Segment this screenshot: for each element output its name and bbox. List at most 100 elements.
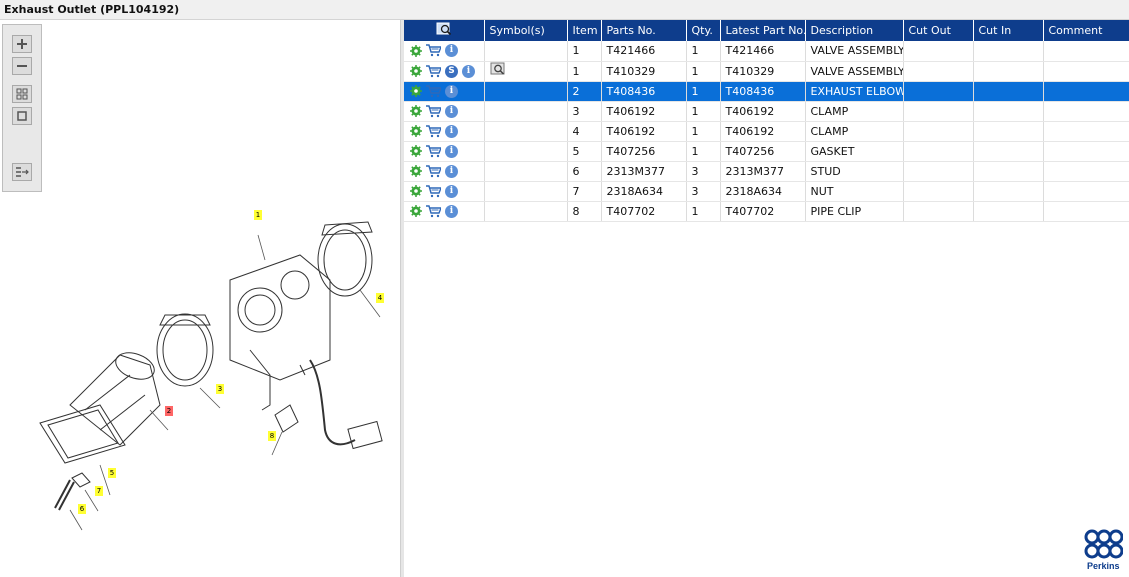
gear-icon[interactable] (409, 85, 422, 98)
column-header-comment[interactable]: Comment (1043, 20, 1129, 41)
callout-8[interactable]: 8 (268, 431, 276, 441)
cart-icon[interactable] (426, 184, 441, 198)
callout-4[interactable]: 4 (376, 293, 384, 303)
cut-in-cell (973, 41, 1044, 62)
table-row[interactable]: i 3 T406192 1 T406192 CLAMP (404, 101, 1129, 122)
gear-icon[interactable] (409, 44, 422, 57)
column-header-cut-in[interactable]: Cut In (973, 20, 1044, 41)
column-header-description[interactable]: Description (805, 20, 904, 41)
square-icon (17, 111, 27, 121)
column-header-find[interactable] (404, 20, 485, 41)
part-no-cell: 2313M377 (601, 161, 687, 182)
row-actions-cell: i (404, 41, 485, 62)
column-header-latest-part-no[interactable]: Latest Part No. (720, 20, 806, 41)
nut-part[interactable] (71, 472, 91, 488)
table-row[interactable]: Si 1 T410329 1 T410329 VALVE ASSEMBLY (404, 61, 1129, 82)
description-cell: GASKET (805, 141, 904, 162)
column-header-cut-out[interactable]: Cut Out (903, 20, 974, 41)
info-icon[interactable]: i (445, 104, 458, 118)
perkins-logo-text: Perkins (1087, 561, 1120, 571)
cart-icon[interactable] (426, 84, 441, 98)
callout-6[interactable]: 6 (78, 504, 86, 514)
comment-cell (1043, 141, 1129, 162)
item-cell: 7 (567, 181, 602, 202)
column-header-symbols[interactable]: Symbol(s) (484, 20, 568, 41)
valve-assembly-part[interactable] (229, 254, 331, 381)
gear-icon[interactable] (409, 145, 422, 158)
table-row[interactable]: i 2 T408436 1 T408436 EXHAUST ELBOW (404, 81, 1129, 102)
qty-cell: 1 (686, 41, 721, 62)
item-cell: 8 (567, 201, 602, 222)
cart-icon[interactable] (426, 124, 441, 138)
export-button[interactable] (12, 163, 32, 181)
callout-2[interactable]: 2 (165, 406, 173, 416)
window-title: Exhaust Outlet (PPL104192) (4, 3, 180, 16)
symbols-cell (484, 201, 568, 222)
stud-part[interactable] (54, 479, 75, 511)
cart-icon[interactable] (426, 64, 441, 78)
table-row[interactable]: i 7 2318A634 3 2318A634 NUT (404, 181, 1129, 202)
actual-size-button[interactable] (12, 107, 32, 125)
gear-icon[interactable] (409, 165, 422, 178)
info-icon[interactable]: i (445, 144, 458, 158)
info-icon[interactable]: i (445, 44, 458, 58)
pipe-clip-part[interactable] (274, 404, 299, 433)
table-row[interactable]: i 6 2313M377 3 2313M377 STUD (404, 161, 1129, 182)
info-icon[interactable]: i (445, 164, 458, 178)
gear-icon[interactable] (409, 205, 422, 218)
find-in-drawing-icon[interactable] (436, 22, 452, 36)
illustration-pane[interactable]: 1 2 3 4 5 6 7 8 (0, 20, 400, 577)
item-cell: 4 (567, 121, 602, 142)
symbols-cell (484, 101, 568, 122)
part-no-cell: T410329 (601, 61, 687, 82)
table-row[interactable]: i 1 T421466 1 T421466 VALVE ASSEMBLY (404, 41, 1129, 62)
info-icon[interactable]: i (445, 204, 458, 218)
plus-icon (17, 39, 27, 49)
cut-in-cell (973, 61, 1044, 82)
exploded-parts-drawing[interactable] (0, 200, 400, 540)
cut-out-cell (903, 41, 974, 62)
cart-icon[interactable] (426, 44, 441, 57)
info-icon[interactable]: i (445, 124, 458, 138)
part-no-cell: T407256 (601, 141, 687, 162)
cut-out-cell (903, 61, 974, 82)
info-icon[interactable]: i (445, 84, 458, 98)
s-badge-icon[interactable]: S (445, 64, 458, 78)
zoom-out-button[interactable] (12, 57, 32, 75)
exhaust-elbow-part[interactable] (69, 354, 161, 446)
qty-cell: 1 (686, 101, 721, 122)
cart-icon[interactable] (426, 144, 441, 158)
description-cell: NUT (805, 181, 904, 202)
cut-in-cell (973, 141, 1044, 162)
cart-icon[interactable] (426, 164, 441, 178)
callout-3[interactable]: 3 (216, 384, 224, 394)
gear-icon[interactable] (409, 185, 422, 198)
column-header-qty[interactable]: Qty. (686, 20, 721, 41)
gear-icon[interactable] (409, 65, 422, 78)
cart-icon[interactable] (426, 104, 441, 118)
table-row[interactable]: i 4 T406192 1 T406192 CLAMP (404, 121, 1129, 142)
info-icon[interactable]: i (445, 184, 458, 198)
column-header-parts-no[interactable]: Parts No. (601, 20, 687, 41)
qty-cell: 1 (686, 141, 721, 162)
cart-icon[interactable] (426, 204, 441, 218)
info-icon[interactable]: i (462, 64, 475, 78)
callout-7[interactable]: 7 (95, 486, 103, 496)
zoom-in-button[interactable] (12, 35, 32, 53)
fit-view-button[interactable] (12, 85, 32, 103)
part-no-cell: T406192 (601, 101, 687, 122)
cut-out-cell (903, 81, 974, 102)
table-row[interactable]: i 5 T407256 1 T407256 GASKET (404, 141, 1129, 162)
gear-icon[interactable] (409, 125, 422, 138)
table-row[interactable]: i 8 T407702 1 T407702 PIPE CLIP (404, 201, 1129, 222)
description-cell: VALVE ASSEMBLY (805, 41, 904, 62)
column-header-item[interactable]: Item (567, 20, 602, 41)
minus-icon (17, 65, 27, 67)
callout-1[interactable]: 1 (254, 210, 262, 220)
callout-5[interactable]: 5 (108, 468, 116, 478)
qty-cell: 1 (686, 81, 721, 102)
gear-icon[interactable] (409, 105, 422, 118)
description-cell: STUD (805, 161, 904, 182)
magnify-symbol-icon[interactable] (490, 62, 506, 76)
latest-part-no-cell: T421466 (720, 41, 806, 62)
